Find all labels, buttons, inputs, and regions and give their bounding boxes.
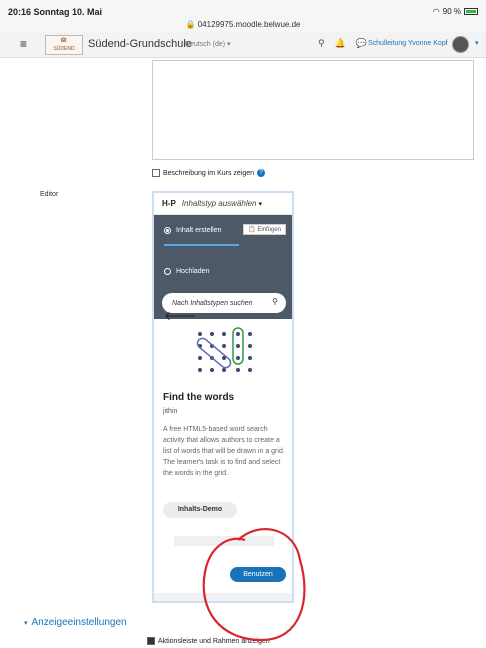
h5p-editor: H-P Inhaltstyp auswählen ▾ Inhalt erstel… <box>152 191 294 603</box>
search-icon[interactable]: ⚲ <box>272 297 278 306</box>
grid-dot <box>198 356 202 360</box>
menu-icon[interactable]: ≡ <box>20 37 27 51</box>
h5p-tabs-panel: Inhalt erstellen 📋 Einfügen Hochladen <box>154 215 292 289</box>
found-word-diagonal <box>196 337 232 369</box>
radio-create[interactable] <box>164 227 171 234</box>
status-indicators: ◠ 90 % <box>433 7 478 16</box>
display-settings-section[interactable]: ▾ Anzeigeeinstellungen <box>24 617 127 628</box>
grid-dot <box>222 344 226 348</box>
grid-dot <box>236 356 240 360</box>
chevron-down-icon[interactable]: ▾ <box>24 619 28 627</box>
action-bar-label: Aktionsleiste und Rahmen anzeigen <box>158 637 270 645</box>
chevron-down-icon[interactable]: ▾ <box>475 39 479 47</box>
content-type-title: Find the words <box>163 392 235 403</box>
site-name[interactable]: Südend-Grundschule <box>88 38 192 50</box>
wifi-icon: ◠ <box>432 7 440 16</box>
show-description-row: Beschreibung im Kurs zeigen ? <box>152 169 266 177</box>
screenshot-thumbnails <box>174 536 274 546</box>
h5p-header[interactable]: H-P Inhaltstyp auswählen ▾ <box>154 193 292 215</box>
bell-icon[interactable]: 🔔 <box>335 38 346 49</box>
status-bar: 20:16 Sonntag 10. Mai 🔒 04129975.moodle.… <box>0 0 486 32</box>
grid-dot <box>248 332 252 336</box>
h5p-logo: H-P <box>162 199 176 208</box>
status-time: 20:16 Sonntag 10. Mai <box>8 7 103 17</box>
grid-dot <box>210 332 214 336</box>
url-text: 04129975.moodle.belwue.de <box>197 20 301 29</box>
grid-dot <box>222 368 226 372</box>
grid-dot <box>198 368 202 372</box>
paste-icon: 📋 <box>248 227 256 233</box>
user-name[interactable]: Schulleitung Yvonne Kopf <box>368 40 448 47</box>
content-type-select[interactable]: Inhaltstyp auswählen <box>182 199 257 208</box>
content-type-description: A free HTML5-based word search activity … <box>163 426 285 477</box>
grid-dot <box>236 368 240 372</box>
grid-dot <box>248 344 252 348</box>
avatar[interactable] <box>452 36 469 53</box>
language-label: Deutsch (de) <box>185 41 226 48</box>
paste-label: Einfügen <box>257 227 281 233</box>
tab-upload-label: Hochladen <box>176 268 210 275</box>
word-search-illustration <box>196 327 252 372</box>
tab-upload[interactable]: Hochladen <box>164 268 209 275</box>
radio-upload[interactable] <box>164 268 171 275</box>
use-button[interactable]: Benutzen <box>230 567 286 582</box>
h5p-footer <box>154 593 292 601</box>
section-title: Anzeigeeinstellungen <box>31 617 127 628</box>
nav-icons: ⚲ 🔔 💬 <box>318 38 367 49</box>
active-tab-underline <box>164 244 239 246</box>
browser-url[interactable]: 🔒 04129975.moodle.belwue.de <box>0 20 486 29</box>
tab-create-label: Inhalt erstellen <box>176 227 222 234</box>
grid-dot <box>248 356 252 360</box>
chat-icon[interactable]: 💬 <box>356 38 367 49</box>
content-type-author: jithin <box>163 408 178 415</box>
description-textarea[interactable] <box>152 60 474 160</box>
paste-button[interactable]: 📋 Einfügen <box>243 224 286 235</box>
grid-dot <box>198 332 202 336</box>
top-navbar: ≡ 🏫 SÜDEND Südend-Grundschule Deutsch (de… <box>0 32 486 58</box>
grid-dot <box>222 332 226 336</box>
chevron-down-icon[interactable]: ▾ <box>259 200 263 208</box>
battery-label: 90 % <box>442 7 461 16</box>
back-arrow-icon[interactable]: 🡐 <box>164 308 196 323</box>
help-icon[interactable]: ? <box>257 169 266 177</box>
show-description-label: Beschreibung im Kurs zeigen <box>163 169 255 177</box>
language-select[interactable]: Deutsch (de) ▾ <box>185 40 231 48</box>
action-bar-row: Aktionsleiste und Rahmen anzeigen <box>147 637 270 645</box>
show-description-checkbox[interactable] <box>152 169 160 177</box>
grid-dot <box>210 368 214 372</box>
editor-label: Editor <box>40 191 59 198</box>
tab-create[interactable]: Inhalt erstellen <box>164 227 222 234</box>
search-placeholder: Nach Inhaltstypen suchen <box>172 299 253 307</box>
grid-dot <box>236 332 240 336</box>
school-logo[interactable]: 🏫 SÜDEND <box>45 35 83 55</box>
demo-button[interactable]: Inhalts-Demo <box>163 502 237 518</box>
action-bar-checkbox[interactable] <box>147 637 155 645</box>
grid-dot <box>248 368 252 372</box>
battery-icon <box>464 8 478 15</box>
search-icon[interactable]: ⚲ <box>318 38 325 49</box>
grid-dot <box>236 344 240 348</box>
